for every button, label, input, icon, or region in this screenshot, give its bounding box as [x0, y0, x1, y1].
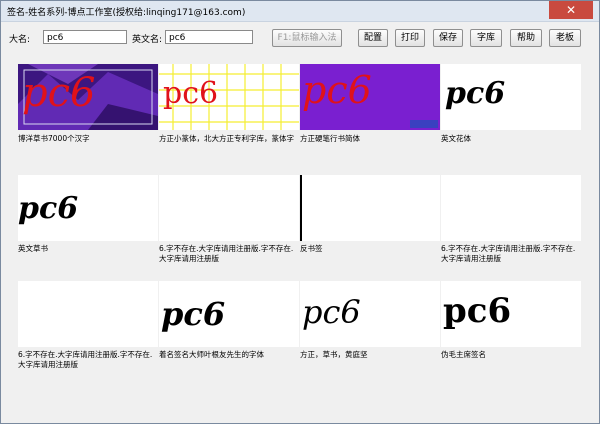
- en-name-label: 英文名:: [132, 35, 163, 45]
- signature-text: pc6: [161, 295, 226, 333]
- ime-button[interactable]: F1:鼠标输入法: [272, 29, 342, 47]
- signature-tile-12[interactable]: pc6: [441, 281, 581, 347]
- signature-text: pc6: [163, 76, 219, 111]
- tile-caption-1: 博洋草书7000个汉字: [18, 134, 90, 143]
- print-button[interactable]: 打印: [395, 29, 425, 47]
- signature-tile-6[interactable]: [159, 175, 299, 241]
- signature-text: pc6: [302, 293, 361, 331]
- signature-tile-2[interactable]: pc6: [159, 64, 299, 130]
- boss-button[interactable]: 老板: [549, 29, 581, 47]
- tile-caption-12: 伪毛主席签名: [441, 350, 486, 359]
- tile-caption-11: 方正，草书，黄庭坚: [300, 350, 368, 359]
- signature-text: pc6: [445, 76, 506, 111]
- app-window: 签名-姓名系列-博点工作室(授权给:linqing171@163.com) ✕ …: [0, 0, 600, 424]
- signature-tile-10[interactable]: pc6: [159, 281, 299, 347]
- signature-text: pc6: [18, 191, 79, 226]
- window-title: 签名-姓名系列-博点工作室(授权给:linqing171@163.com): [7, 8, 246, 18]
- signature-tile-4[interactable]: pc6: [441, 64, 581, 130]
- signature-tile-8[interactable]: [441, 175, 581, 241]
- tile-caption-9: 6.字不存在.大字库请用注册版.字不存在.大字库请用注册版: [18, 350, 153, 369]
- tile-caption-4: 英文花体: [441, 134, 471, 143]
- tile-caption-2: 方正小篆体，北大方正专利字库，篆体字: [159, 134, 294, 143]
- signature-tile-7[interactable]: [300, 175, 440, 241]
- tile-caption-7: 反书签: [300, 244, 323, 253]
- signature-tile-11[interactable]: pc6: [300, 281, 440, 347]
- config-button[interactable]: 配置: [358, 29, 388, 47]
- signature-tile-5[interactable]: pc6: [18, 175, 158, 241]
- tile-caption-6: 6.字不存在.大字库请用注册版.字不存在.大字库请用注册版: [159, 244, 294, 263]
- signature-tile-3[interactable]: pc6: [300, 64, 440, 130]
- signature-text: pc6: [22, 70, 96, 116]
- signature-text: pc6: [302, 68, 372, 112]
- title-bar: 签名-姓名系列-博点工作室(授权给:linqing171@163.com) ✕: [1, 1, 599, 22]
- save-button[interactable]: 保存: [433, 29, 463, 47]
- signature-text: pc6: [443, 291, 512, 331]
- font-library-button[interactable]: 字库: [470, 29, 502, 47]
- close-button[interactable]: ✕: [549, 1, 593, 19]
- tile-caption-8: 6.字不存在.大字库请用注册版.字不存在.大字库请用注册版: [441, 244, 576, 263]
- tile-caption-5: 英文草书: [18, 244, 48, 253]
- en-name-input[interactable]: pc6: [165, 30, 253, 44]
- cn-name-input[interactable]: pc6: [43, 30, 127, 44]
- cn-name-label: 大名:: [9, 35, 31, 45]
- signature-tile-9[interactable]: [18, 281, 158, 347]
- help-button[interactable]: 帮助: [510, 29, 542, 47]
- signature-tile-1[interactable]: pc6: [18, 64, 158, 130]
- tile-caption-10: 着名签名大师叶根友先生的字体: [159, 350, 264, 359]
- tile-caption-3: 方正硬笔行书简体: [300, 134, 360, 143]
- mirror-stroke: [300, 175, 302, 241]
